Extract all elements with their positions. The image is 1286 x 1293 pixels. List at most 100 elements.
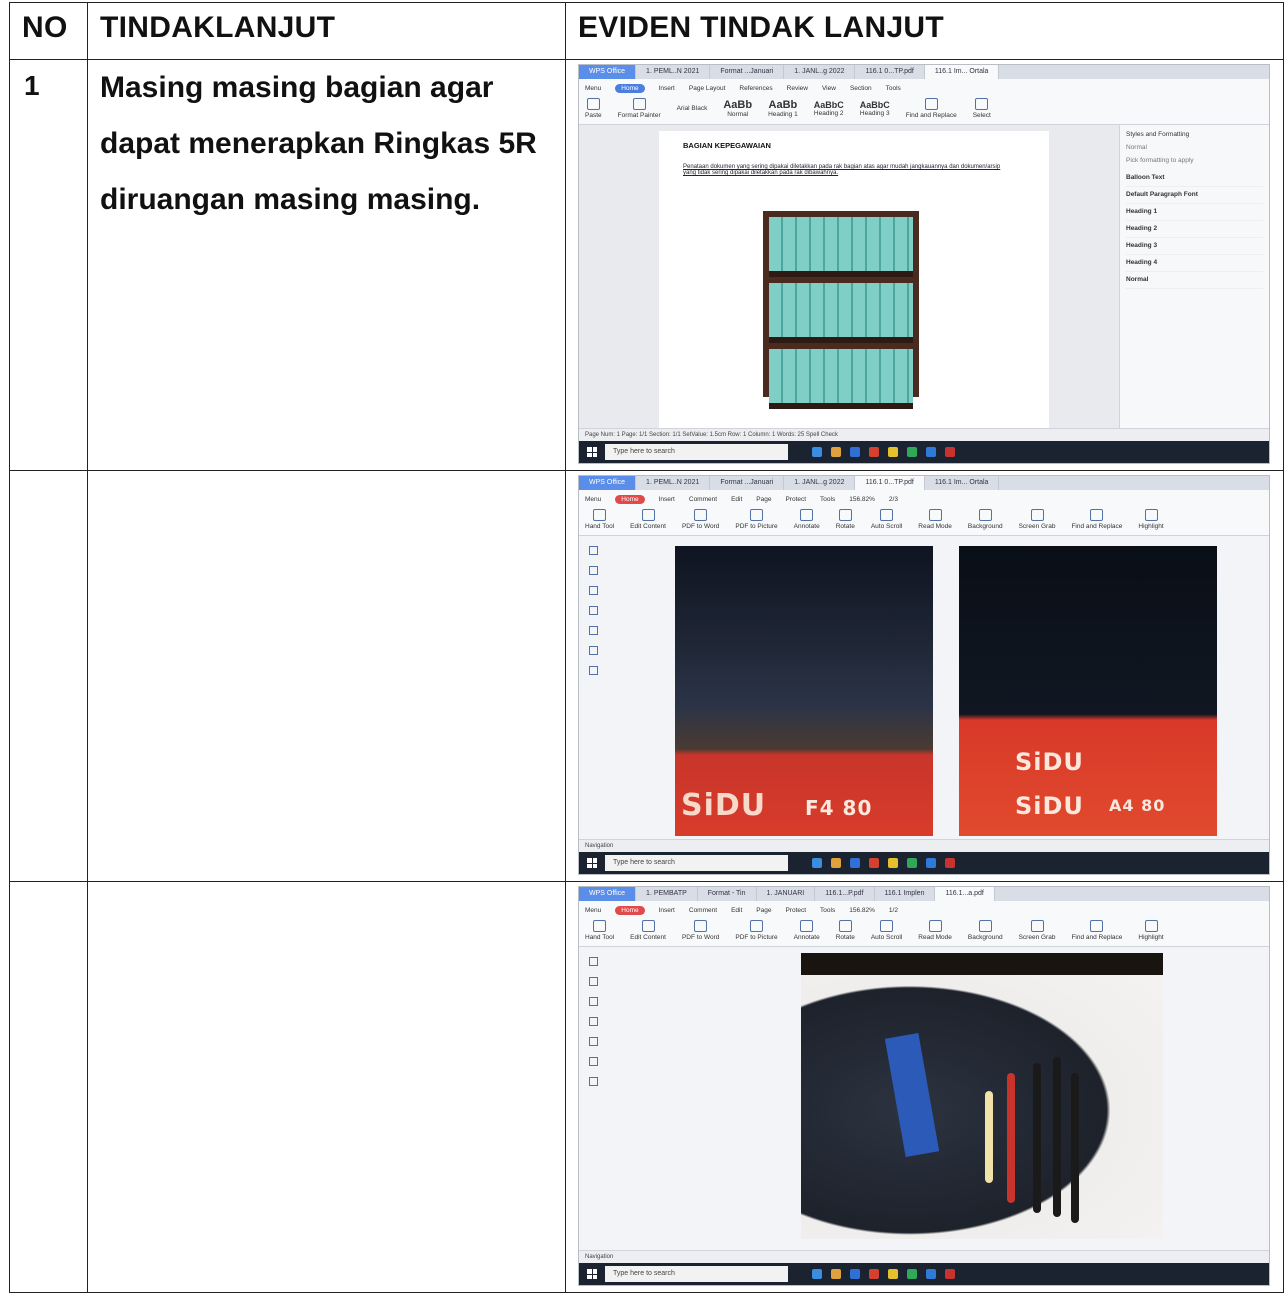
app-icon[interactable] xyxy=(812,858,822,868)
menu-item[interactable]: Tools xyxy=(886,85,901,92)
style-heading-1[interactable]: AaBb Heading 1 xyxy=(768,99,798,118)
font-select[interactable]: Arial Black xyxy=(677,105,708,112)
app-icon[interactable] xyxy=(869,447,879,457)
tab-doc[interactable]: 116.1 Implen xyxy=(875,887,936,901)
page-indicator[interactable]: 2/3 xyxy=(889,496,898,503)
style-item[interactable]: Balloon Text xyxy=(1126,170,1263,187)
wps-icon[interactable] xyxy=(945,1269,955,1279)
background-button[interactable]: Background xyxy=(968,919,1003,941)
style-normal[interactable]: AaBb Normal xyxy=(723,99,752,118)
layers-icon[interactable] xyxy=(589,626,598,635)
tab-doc-active[interactable]: 116.1 0...TP.pdf xyxy=(855,476,925,490)
taskbar-search[interactable]: Type here to search xyxy=(605,444,788,460)
tab-doc[interactable]: Format ...Januari xyxy=(710,476,785,490)
thumbnail-icon[interactable] xyxy=(589,566,598,575)
find-replace-button[interactable]: Find and Replace xyxy=(1071,508,1122,530)
folder-icon[interactable] xyxy=(831,447,841,457)
hand-tool-button[interactable]: Hand Tool xyxy=(585,919,614,941)
rotate-button[interactable]: Rotate xyxy=(836,919,855,941)
menu-item[interactable]: Edit xyxy=(731,496,742,503)
app-icon[interactable] xyxy=(869,1269,879,1279)
style-heading-3[interactable]: AaBbC Heading 3 xyxy=(860,100,890,117)
highlight-button[interactable]: Highlight xyxy=(1138,508,1164,530)
chrome-icon[interactable] xyxy=(888,447,898,457)
app-icon[interactable] xyxy=(926,447,936,457)
style-item[interactable]: Heading 4 xyxy=(1126,255,1263,272)
read-mode-button[interactable]: Read Mode xyxy=(918,508,952,530)
app-icon[interactable] xyxy=(907,858,917,868)
menu-item[interactable]: Protect xyxy=(785,496,806,503)
app-icon[interactable] xyxy=(850,858,860,868)
folder-icon[interactable] xyxy=(831,1269,841,1279)
style-item[interactable]: Default Paragraph Font xyxy=(1126,187,1263,204)
pdf-to-picture-button[interactable]: PDF to Picture xyxy=(735,919,778,941)
edit-content-button[interactable]: Edit Content xyxy=(630,508,666,530)
menu-item[interactable]: Section xyxy=(850,85,872,92)
layers-icon[interactable] xyxy=(589,1037,598,1046)
app-icon[interactable] xyxy=(869,858,879,868)
bookmark-icon[interactable] xyxy=(589,546,598,555)
menu-item[interactable]: Comment xyxy=(689,496,717,503)
menu-item[interactable]: Page xyxy=(756,496,771,503)
menu-item[interactable]: Protect xyxy=(785,907,806,914)
menu-item[interactable]: Page xyxy=(756,907,771,914)
hand-tool-button[interactable]: Hand Tool xyxy=(585,508,614,530)
app-icon[interactable] xyxy=(850,1269,860,1279)
tab-doc[interactable]: 116.1 0...TP.pdf xyxy=(855,65,925,79)
windows-icon[interactable] xyxy=(587,858,597,868)
auto-scroll-button[interactable]: Auto Scroll xyxy=(871,919,902,941)
style-item[interactable]: Heading 1 xyxy=(1126,204,1263,221)
tab-doc[interactable]: Format ...Januari xyxy=(710,65,785,79)
tab-wps[interactable]: WPS Office xyxy=(579,65,637,79)
navigation-label[interactable]: Navigation xyxy=(585,843,613,849)
tab-doc-active[interactable]: 116.1...a.pdf xyxy=(935,887,995,901)
comment-icon[interactable] xyxy=(589,586,598,595)
read-mode-button[interactable]: Read Mode xyxy=(918,919,952,941)
tab-doc-active[interactable]: 116.1 Im... Ortala xyxy=(924,65,1000,79)
screen-grab-button[interactable]: Screen Grab xyxy=(1019,919,1055,941)
menu-item[interactable]: Review xyxy=(787,85,808,92)
tab-doc[interactable]: 116.1...P.pdf xyxy=(815,887,875,901)
pane-current-style[interactable]: Normal xyxy=(1126,144,1263,151)
menu-item[interactable]: Tools xyxy=(820,907,835,914)
menu-item[interactable]: References xyxy=(739,85,772,92)
pdf-to-word-button[interactable]: PDF to Word xyxy=(682,508,719,530)
paste-button[interactable]: Paste xyxy=(585,97,602,119)
chrome-icon[interactable] xyxy=(888,1269,898,1279)
tab-wps[interactable]: WPS Office xyxy=(579,476,637,490)
find-replace-button[interactable]: Find and Replace xyxy=(1071,919,1122,941)
app-icon[interactable] xyxy=(926,1269,936,1279)
pdf-to-word-button[interactable]: PDF to Word xyxy=(682,919,719,941)
zoom-value[interactable]: 156.82% xyxy=(849,907,875,914)
tab-doc[interactable]: 116.1 Im... Ortala xyxy=(925,476,1000,490)
highlight-button[interactable]: Highlight xyxy=(1138,919,1164,941)
pdf-to-picture-button[interactable]: PDF to Picture xyxy=(735,508,778,530)
style-heading-2[interactable]: AaBbC Heading 2 xyxy=(814,100,844,117)
menu-item[interactable]: Tools xyxy=(820,496,835,503)
chrome-icon[interactable] xyxy=(888,858,898,868)
search-icon[interactable] xyxy=(589,1057,598,1066)
wps-icon[interactable] xyxy=(945,447,955,457)
menu-item[interactable]: Menu xyxy=(585,85,601,92)
menu-item[interactable]: Comment xyxy=(689,907,717,914)
style-item[interactable]: Heading 3 xyxy=(1126,238,1263,255)
menu-item[interactable]: View xyxy=(822,85,836,92)
style-item[interactable]: Heading 2 xyxy=(1126,221,1263,238)
menu-item[interactable]: Edit xyxy=(731,907,742,914)
background-button[interactable]: Background xyxy=(968,508,1003,530)
menu-item[interactable]: Insert xyxy=(659,496,675,503)
app-icon[interactable] xyxy=(907,447,917,457)
navigation-label[interactable]: Navigation xyxy=(585,1254,613,1260)
menu-item[interactable]: Insert xyxy=(659,85,675,92)
signature-icon[interactable] xyxy=(589,1077,598,1086)
signature-icon[interactable] xyxy=(589,666,598,675)
tab-doc[interactable]: Format - Tin xyxy=(698,887,757,901)
menu-item-home[interactable]: Home xyxy=(615,905,645,915)
document-page-view[interactable]: BAGIAN KEPEGAWAIAN Penataan dokumen yang… xyxy=(659,131,1049,429)
tab-doc[interactable]: 1. PEML..N 2021 xyxy=(636,65,711,79)
attachment-icon[interactable] xyxy=(589,606,598,615)
auto-scroll-button[interactable]: Auto Scroll xyxy=(871,508,902,530)
edit-content-button[interactable]: Edit Content xyxy=(630,919,666,941)
zoom-value[interactable]: 156.82% xyxy=(849,496,875,503)
annotate-button[interactable]: Annotate xyxy=(794,919,820,941)
